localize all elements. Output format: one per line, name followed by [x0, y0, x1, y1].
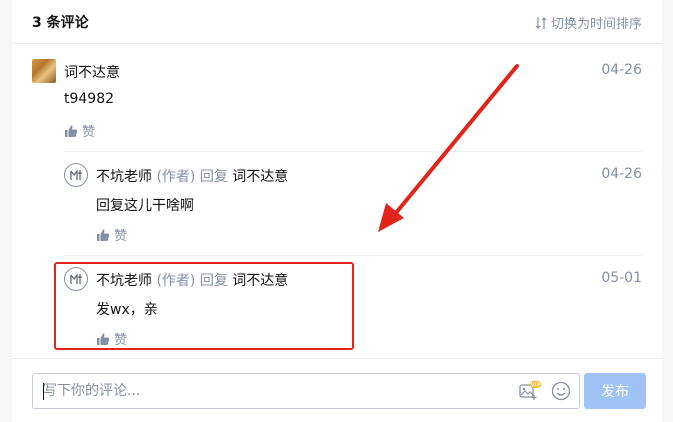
comment-input[interactable] — [43, 374, 483, 408]
like-label: 赞 — [114, 229, 128, 244]
comment-input-wrapper[interactable]: VIP — [32, 373, 580, 409]
like-button[interactable]: 赞 — [64, 121, 95, 140]
vip-badge: VIP — [531, 383, 541, 389]
comment-content: 回复这儿干啥啊 — [96, 198, 194, 214]
thumbs-up-icon — [65, 124, 78, 137]
reply-item: 不坑老师 (作者) 回复 词不达意 04-26 回复这儿干啥啊 赞 — [64, 163, 642, 248]
comment-editor: VIP 发布 — [12, 358, 662, 422]
comment-count-title: 3 条评论 — [32, 15, 89, 31]
comment-date: 04-26 — [601, 62, 642, 78]
emoji-icon[interactable] — [551, 381, 571, 401]
comment-content: t94982 — [64, 91, 115, 107]
avatar[interactable] — [64, 163, 88, 187]
image-upload-icon[interactable]: VIP — [519, 381, 541, 401]
sort-icon — [535, 16, 547, 29]
reply-word: 回复 — [199, 169, 228, 185]
divider — [64, 255, 642, 256]
comment-date: 05-01 — [601, 270, 642, 286]
comment-item: 词不达意 04-26 t94982 赞 — [32, 59, 642, 144]
avatar[interactable] — [32, 59, 56, 83]
comment-header: 3 条评论 切换为时间排序 — [12, 0, 662, 44]
like-button[interactable]: 赞 — [96, 225, 127, 244]
reply-to-user[interactable]: 词不达意 — [232, 169, 288, 185]
comment-author[interactable]: 词不达意 — [64, 65, 120, 81]
author-logo-icon — [70, 169, 82, 180]
sort-toggle-button[interactable]: 切换为时间排序 — [535, 13, 642, 32]
sort-toggle-label: 切换为时间排序 — [550, 17, 642, 32]
like-label: 赞 — [82, 125, 96, 140]
thumbs-up-icon — [97, 228, 110, 241]
author-role-tag: (作者) — [156, 169, 196, 185]
comment-panel: 3 条评论 切换为时间排序 词不达意 04-26 t94982 赞 不坑老师 (… — [12, 0, 662, 422]
comment-author[interactable]: 不坑老师 — [96, 169, 152, 185]
divider — [64, 151, 642, 152]
publish-button[interactable]: 发布 — [584, 373, 646, 409]
annotation-highlight-box — [54, 262, 354, 350]
comment-date: 04-26 — [601, 166, 642, 182]
